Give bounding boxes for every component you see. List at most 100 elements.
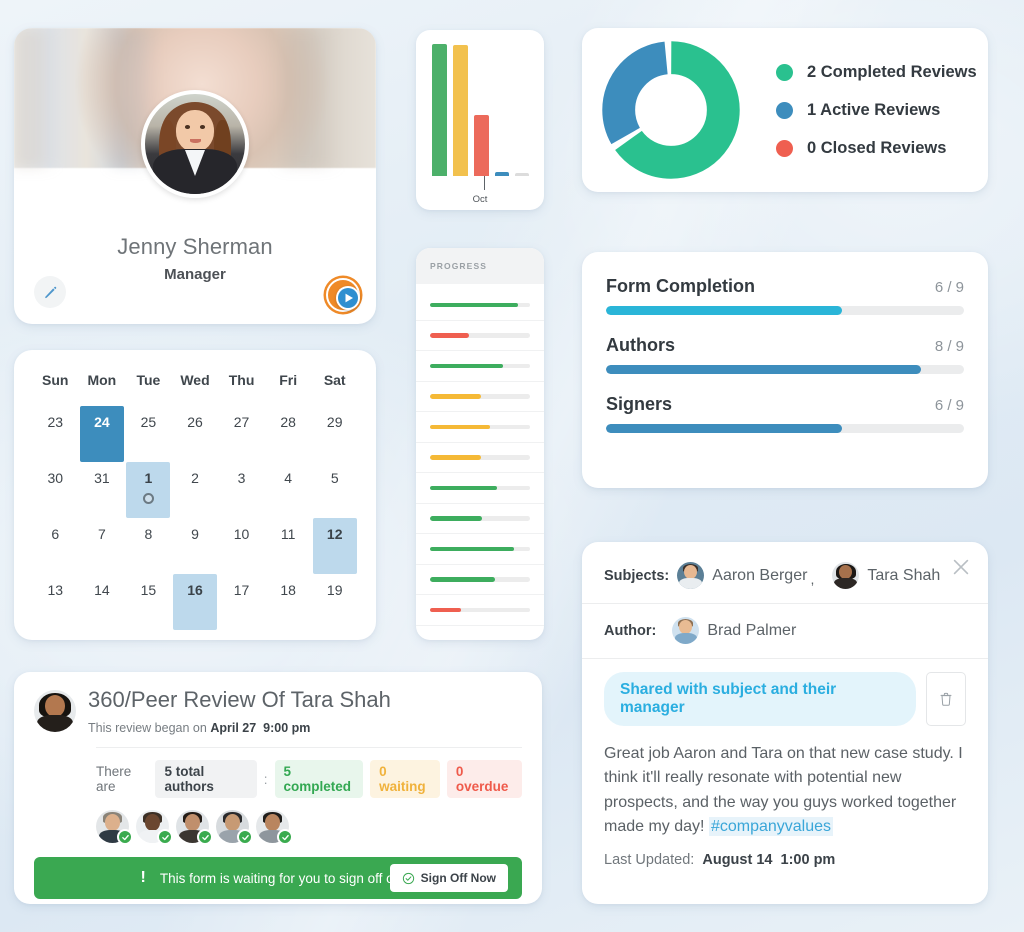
calendar-day-13[interactable]: 13 — [32, 574, 79, 630]
avatar-illustration — [145, 94, 245, 194]
progress-row[interactable] — [416, 351, 544, 382]
calendar-day-26[interactable]: 26 — [172, 406, 219, 462]
metric-count: 6 / 9 — [934, 279, 964, 296]
calendar-day-8[interactable]: 8 — [125, 518, 172, 574]
calendar-day-4[interactable]: 4 — [265, 462, 312, 518]
progress-row[interactable] — [416, 290, 544, 321]
reviews-donut-card: 2 Completed Reviews 1 Active Reviews 0 Clo… — [582, 28, 988, 192]
calendar-weekday-mon: Mon — [87, 372, 117, 388]
calendar-day-30[interactable]: 30 — [32, 462, 79, 518]
stat-colon: : — [263, 771, 268, 787]
calendar-day-number: 29 — [326, 414, 343, 430]
pencil-icon — [44, 286, 56, 298]
bar-chart-x-tick-label: Oct — [472, 194, 488, 205]
donut-segment-1 — [602, 41, 740, 179]
calendar-day-6[interactable]: 6 — [32, 518, 79, 574]
legend-item[interactable]: 2 Completed Reviews — [776, 63, 977, 82]
divider — [582, 658, 988, 659]
progress-row[interactable] — [416, 534, 544, 565]
calendar-day-1[interactable]: 1 — [125, 462, 172, 518]
progress-fill — [430, 546, 514, 551]
calendar-day-19[interactable]: 19 — [311, 574, 358, 630]
calendar-grid: Sun Mon Tue Wed Thu Fri Sat — [32, 372, 358, 406]
metric-fill — [606, 365, 922, 374]
progress-row[interactable] — [416, 412, 544, 443]
progress-track — [430, 302, 530, 307]
delete-comment-button[interactable] — [926, 672, 966, 726]
calendar-day-3[interactable]: 3 — [218, 462, 265, 518]
calendar-day-5[interactable]: 5 — [311, 462, 358, 518]
calendar-day-29[interactable]: 29 — [311, 406, 358, 462]
completed-check-badge — [117, 829, 133, 846]
comment-author-row: Author: Brad Palmer — [604, 617, 966, 658]
legend-item[interactable]: 0 Closed Reviews — [776, 139, 977, 158]
progress-row[interactable] — [416, 504, 544, 534]
review-card: 360/Peer Review Of Tara Shah This review… — [14, 672, 542, 904]
calendar-day-number: 2 — [191, 470, 199, 486]
legend-item[interactable]: 1 Active Reviews — [776, 101, 977, 120]
calendar-day-15[interactable]: 15 — [125, 574, 172, 630]
comment-hashtag[interactable]: #companyvalues — [708, 816, 834, 836]
calendar-day-11[interactable]: 11 — [265, 518, 312, 574]
progress-fill — [430, 607, 461, 612]
calendar-day-28[interactable]: 28 — [265, 406, 312, 462]
calendar-day-7[interactable]: 7 — [79, 518, 126, 574]
calendar-day-18[interactable]: 18 — [265, 574, 312, 630]
calendar-day-2[interactable]: 2 — [172, 462, 219, 518]
progress-row[interactable] — [416, 382, 544, 412]
calendar-day-14[interactable]: 14 — [79, 574, 126, 630]
review-there-are-label: There are — [96, 764, 132, 795]
review-author-chip[interactable] — [176, 810, 213, 846]
calendar-day-24[interactable]: 24 — [79, 406, 126, 462]
calendar-day-17[interactable]: 17 — [218, 574, 265, 630]
check-icon — [121, 834, 129, 840]
bar-4 — [515, 173, 529, 176]
subject-name-1: Aaron Berger — [712, 566, 808, 584]
review-author-chip[interactable] — [136, 810, 173, 846]
calendar-day-23[interactable]: 23 — [32, 406, 79, 462]
progress-row[interactable] — [416, 565, 544, 595]
edit-profile-button[interactable] — [34, 276, 66, 308]
calendar-day-16[interactable]: 16 — [172, 574, 219, 630]
calendar-weekday-sun: Sun — [42, 372, 69, 388]
calendar-day-number: 31 — [94, 470, 110, 486]
calendar-day-31[interactable]: 31 — [79, 462, 126, 518]
reviews-donut-chart — [602, 41, 740, 179]
progress-row[interactable] — [416, 321, 544, 351]
progress-track — [430, 394, 530, 399]
calendar-day-number: 18 — [280, 582, 296, 598]
calendar-day-25[interactable]: 25 — [125, 406, 172, 462]
last-updated-time: 1:00 pm — [780, 852, 836, 869]
progress-track — [430, 516, 530, 521]
metric-track — [606, 306, 964, 315]
metric-fill — [606, 306, 843, 315]
progress-row[interactable] — [416, 595, 544, 626]
sign-off-now-button[interactable]: Sign Off Now — [389, 864, 508, 893]
progress-fill — [430, 394, 481, 399]
signoff-banner: ! This form is waiting for you to sign o… — [34, 857, 522, 900]
progress-list-card: PROGRESS — [416, 248, 544, 640]
progress-row[interactable] — [416, 443, 544, 473]
avatar-tara-shah — [832, 562, 860, 589]
calendar-day-9[interactable]: 9 — [172, 518, 219, 574]
calendar-day-number: 25 — [140, 414, 157, 430]
review-author-chip[interactable] — [216, 810, 253, 846]
play-video-button[interactable] — [336, 286, 360, 310]
review-author-chip[interactable] — [96, 810, 133, 846]
metric-item: Signers 6 / 9 — [606, 394, 964, 433]
close-icon[interactable] — [950, 556, 972, 578]
review-began-prefix: This review began on — [88, 721, 207, 736]
share-scope-button[interactable]: Shared with subject and their manager — [604, 672, 916, 726]
calendar-day-10[interactable]: 10 — [218, 518, 265, 574]
progress-track — [430, 546, 530, 551]
calendar-day-12[interactable]: 12 — [311, 518, 358, 574]
calendar-day-27[interactable]: 27 — [218, 406, 265, 462]
divider — [582, 603, 988, 604]
progress-row[interactable] — [416, 473, 544, 504]
review-author-chip[interactable] — [256, 810, 293, 846]
metric-count: 6 / 9 — [934, 397, 964, 414]
progress-fill — [430, 424, 490, 429]
calendar-card: Sun Mon Tue Wed Thu Fri Sat 23 24 25 26 27 28 29 30 31… — [14, 350, 376, 640]
calendar-day-number: 8 — [144, 526, 153, 542]
stat-waiting: 0 waiting — [370, 760, 440, 799]
